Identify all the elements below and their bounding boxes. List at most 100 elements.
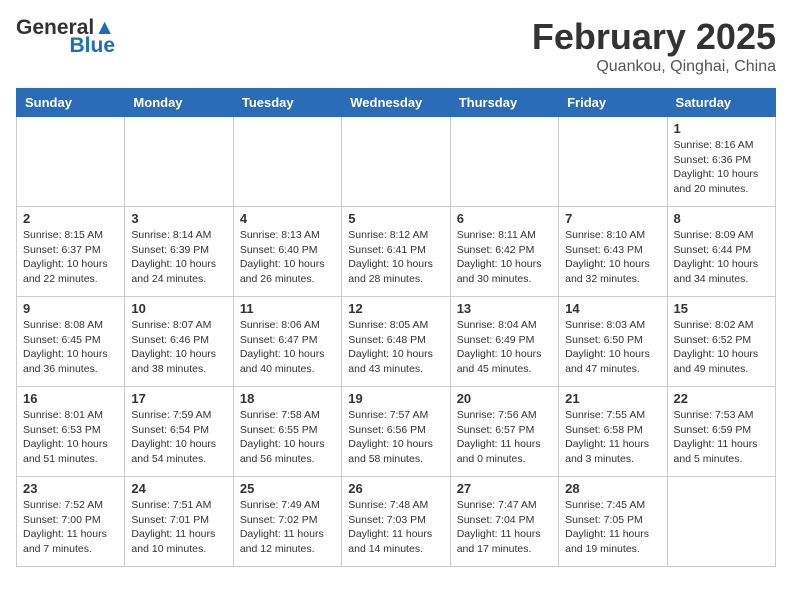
calendar-cell: 11 Sunrise: 8:06 AM Sunset: 6:47 PM Dayli… <box>233 297 341 387</box>
day-info: Sunrise: 7:49 AM Sunset: 7:02 PM Dayligh… <box>240 498 335 557</box>
calendar-cell: 15 Sunrise: 8:02 AM Sunset: 6:52 PM Dayli… <box>667 297 775 387</box>
day-info: Sunrise: 7:57 AM Sunset: 6:56 PM Dayligh… <box>348 408 443 467</box>
day-info: Sunrise: 7:55 AM Sunset: 6:58 PM Dayligh… <box>565 408 660 467</box>
day-number: 21 <box>565 391 660 406</box>
week-row-4: 16 Sunrise: 8:01 AM Sunset: 6:53 PM Dayli… <box>17 387 776 477</box>
calendar-cell <box>450 117 558 207</box>
day-info: Sunrise: 7:45 AM Sunset: 7:05 PM Dayligh… <box>565 498 660 557</box>
day-number: 24 <box>131 481 226 496</box>
day-number: 16 <box>23 391 118 406</box>
day-number: 28 <box>565 481 660 496</box>
day-number: 15 <box>674 301 769 316</box>
week-row-5: 23 Sunrise: 7:52 AM Sunset: 7:00 PM Dayli… <box>17 477 776 567</box>
day-info: Sunrise: 8:10 AM Sunset: 6:43 PM Dayligh… <box>565 228 660 287</box>
calendar-cell: 18 Sunrise: 7:58 AM Sunset: 6:55 PM Dayli… <box>233 387 341 477</box>
day-number: 23 <box>23 481 118 496</box>
week-row-2: 2 Sunrise: 8:15 AM Sunset: 6:37 PM Daylig… <box>17 207 776 297</box>
day-info: Sunrise: 7:52 AM Sunset: 7:00 PM Dayligh… <box>23 498 118 557</box>
calendar-cell: 27 Sunrise: 7:47 AM Sunset: 7:04 PM Dayli… <box>450 477 558 567</box>
day-number: 10 <box>131 301 226 316</box>
calendar-cell: 20 Sunrise: 7:56 AM Sunset: 6:57 PM Dayli… <box>450 387 558 477</box>
day-info: Sunrise: 8:12 AM Sunset: 6:41 PM Dayligh… <box>348 228 443 287</box>
calendar-cell: 12 Sunrise: 8:05 AM Sunset: 6:48 PM Dayli… <box>342 297 450 387</box>
calendar-cell: 16 Sunrise: 8:01 AM Sunset: 6:53 PM Dayli… <box>17 387 125 477</box>
weekday-header-tuesday: Tuesday <box>233 89 341 117</box>
day-number: 25 <box>240 481 335 496</box>
day-info: Sunrise: 8:01 AM Sunset: 6:53 PM Dayligh… <box>23 408 118 467</box>
calendar-cell: 3 Sunrise: 8:14 AM Sunset: 6:39 PM Daylig… <box>125 207 233 297</box>
day-number: 18 <box>240 391 335 406</box>
day-info: Sunrise: 8:09 AM Sunset: 6:44 PM Dayligh… <box>674 228 769 287</box>
calendar-cell <box>17 117 125 207</box>
calendar-cell <box>559 117 667 207</box>
calendar-cell: 7Sunrise: 8:10 AM Sunset: 6:43 PM Daylig… <box>559 207 667 297</box>
logo: General▲ Blue <box>16 16 115 58</box>
day-info: Sunrise: 8:11 AM Sunset: 6:42 PM Dayligh… <box>457 228 552 287</box>
day-number: 5 <box>348 211 443 226</box>
month-year-title: February 2025 <box>532 16 776 58</box>
calendar-table: SundayMondayTuesdayWednesdayThursdayFrid… <box>16 88 776 567</box>
day-info: Sunrise: 7:56 AM Sunset: 6:57 PM Dayligh… <box>457 408 552 467</box>
calendar-cell: 19Sunrise: 7:57 AM Sunset: 6:56 PM Dayli… <box>342 387 450 477</box>
day-number: 13 <box>457 301 552 316</box>
calendar-cell: 14 Sunrise: 8:03 AM Sunset: 6:50 PM Dayli… <box>559 297 667 387</box>
day-number: 12 <box>348 301 443 316</box>
day-info: Sunrise: 8:06 AM Sunset: 6:47 PM Dayligh… <box>240 318 335 377</box>
calendar-cell: 24 Sunrise: 7:51 AM Sunset: 7:01 PM Dayli… <box>125 477 233 567</box>
calendar-cell <box>233 117 341 207</box>
day-number: 14 <box>565 301 660 316</box>
day-number: 1 <box>674 121 769 136</box>
week-row-1: 1 Sunrise: 8:16 AM Sunset: 6:36 PM Daylig… <box>17 117 776 207</box>
calendar-cell: 21 Sunrise: 7:55 AM Sunset: 6:58 PM Dayli… <box>559 387 667 477</box>
day-info: Sunrise: 7:51 AM Sunset: 7:01 PM Dayligh… <box>131 498 226 557</box>
calendar-cell: 25 Sunrise: 7:49 AM Sunset: 7:02 PM Dayli… <box>233 477 341 567</box>
calendar-cell: 5 Sunrise: 8:12 AM Sunset: 6:41 PM Daylig… <box>342 207 450 297</box>
week-row-3: 9 Sunrise: 8:08 AM Sunset: 6:45 PM Daylig… <box>17 297 776 387</box>
calendar-cell: 4 Sunrise: 8:13 AM Sunset: 6:40 PM Daylig… <box>233 207 341 297</box>
day-info: Sunrise: 8:16 AM Sunset: 6:36 PM Dayligh… <box>674 138 769 197</box>
calendar-cell: 22Sunrise: 7:53 AM Sunset: 6:59 PM Dayli… <box>667 387 775 477</box>
day-number: 9 <box>23 301 118 316</box>
day-info: Sunrise: 8:03 AM Sunset: 6:50 PM Dayligh… <box>565 318 660 377</box>
calendar-cell: 10 Sunrise: 8:07 AM Sunset: 6:46 PM Dayli… <box>125 297 233 387</box>
weekday-header-thursday: Thursday <box>450 89 558 117</box>
day-number: 27 <box>457 481 552 496</box>
location-subtitle: Quankou, Qinghai, China <box>532 58 776 76</box>
weekday-header-friday: Friday <box>559 89 667 117</box>
logo-blue-text: Blue <box>70 34 116 58</box>
day-number: 4 <box>240 211 335 226</box>
calendar-cell: 28 Sunrise: 7:45 AM Sunset: 7:05 PM Dayli… <box>559 477 667 567</box>
weekday-header-wednesday: Wednesday <box>342 89 450 117</box>
day-info: Sunrise: 8:07 AM Sunset: 6:46 PM Dayligh… <box>131 318 226 377</box>
calendar-cell <box>125 117 233 207</box>
day-number: 17 <box>131 391 226 406</box>
day-number: 2 <box>23 211 118 226</box>
day-number: 3 <box>131 211 226 226</box>
day-number: 6 <box>457 211 552 226</box>
day-info: Sunrise: 8:02 AM Sunset: 6:52 PM Dayligh… <box>674 318 769 377</box>
day-number: 11 <box>240 301 335 316</box>
calendar-cell: 6 Sunrise: 8:11 AM Sunset: 6:42 PM Daylig… <box>450 207 558 297</box>
calendar-cell: 13 Sunrise: 8:04 AM Sunset: 6:49 PM Dayli… <box>450 297 558 387</box>
calendar-cell: 9 Sunrise: 8:08 AM Sunset: 6:45 PM Daylig… <box>17 297 125 387</box>
title-area: February 2025 Quankou, Qinghai, China <box>532 16 776 76</box>
weekday-header-row: SundayMondayTuesdayWednesdayThursdayFrid… <box>17 89 776 117</box>
day-info: Sunrise: 7:47 AM Sunset: 7:04 PM Dayligh… <box>457 498 552 557</box>
day-info: Sunrise: 8:08 AM Sunset: 6:45 PM Dayligh… <box>23 318 118 377</box>
day-info: Sunrise: 8:04 AM Sunset: 6:49 PM Dayligh… <box>457 318 552 377</box>
calendar-cell: 17 Sunrise: 7:59 AM Sunset: 6:54 PM Dayli… <box>125 387 233 477</box>
calendar-cell <box>342 117 450 207</box>
calendar-cell: 26Sunrise: 7:48 AM Sunset: 7:03 PM Dayli… <box>342 477 450 567</box>
day-info: Sunrise: 8:13 AM Sunset: 6:40 PM Dayligh… <box>240 228 335 287</box>
calendar-cell: 8Sunrise: 8:09 AM Sunset: 6:44 PM Daylig… <box>667 207 775 297</box>
day-info: Sunrise: 8:14 AM Sunset: 6:39 PM Dayligh… <box>131 228 226 287</box>
weekday-header-saturday: Saturday <box>667 89 775 117</box>
day-number: 20 <box>457 391 552 406</box>
calendar-cell <box>667 477 775 567</box>
day-info: Sunrise: 7:53 AM Sunset: 6:59 PM Dayligh… <box>674 408 769 467</box>
day-info: Sunrise: 8:05 AM Sunset: 6:48 PM Dayligh… <box>348 318 443 377</box>
day-info: Sunrise: 7:48 AM Sunset: 7:03 PM Dayligh… <box>348 498 443 557</box>
day-info: Sunrise: 7:59 AM Sunset: 6:54 PM Dayligh… <box>131 408 226 467</box>
day-info: Sunrise: 8:15 AM Sunset: 6:37 PM Dayligh… <box>23 228 118 287</box>
day-info: Sunrise: 7:58 AM Sunset: 6:55 PM Dayligh… <box>240 408 335 467</box>
